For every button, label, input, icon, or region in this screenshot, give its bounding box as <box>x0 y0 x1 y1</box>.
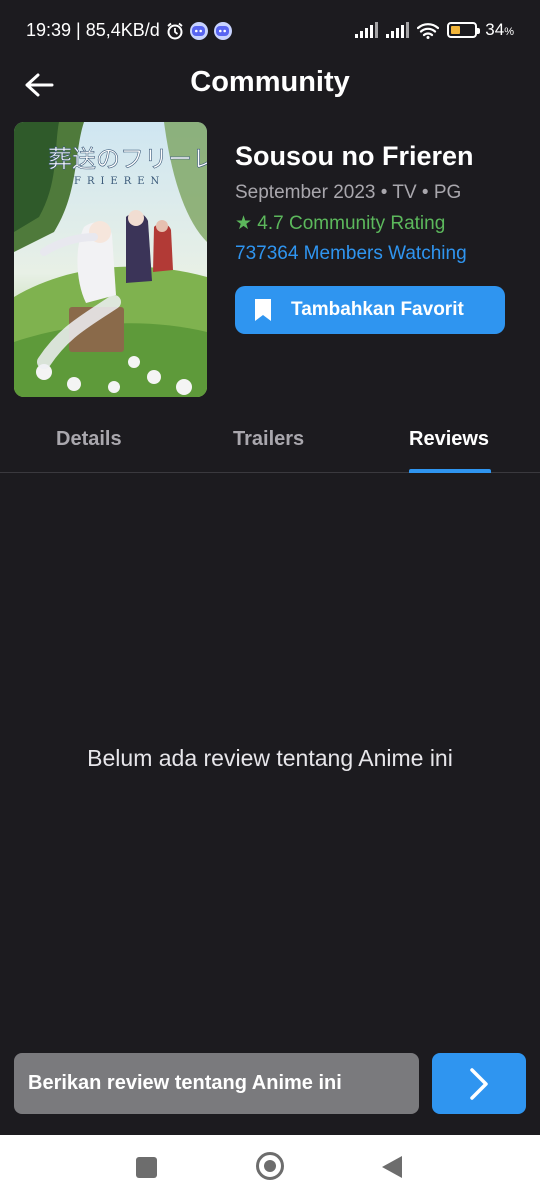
system-back-button[interactable] <box>382 1156 402 1178</box>
anime-poster: 葬送のフリーレン FRIEREN <box>14 122 207 397</box>
status-right: 34% <box>355 20 514 40</box>
tab-reviews[interactable]: Reviews <box>409 428 489 451</box>
wifi-icon <box>417 22 440 39</box>
recents-button[interactable] <box>136 1157 157 1178</box>
empty-reviews-message: Belum ada review tentang Anime ini <box>87 745 453 771</box>
alarm-icon <box>167 22 183 39</box>
home-button[interactable] <box>256 1152 284 1180</box>
discord-icon <box>213 21 232 40</box>
review-input[interactable]: Berikan review tentang Anime ini <box>14 1053 419 1114</box>
poster-subtitle: FRIEREN <box>74 176 165 187</box>
app-bar: Community <box>0 62 540 108</box>
anime-meta: September 2023 • TV • PG <box>235 182 462 203</box>
review-input-placeholder: Berikan review tentang Anime ini <box>28 1072 342 1094</box>
add-favorite-label: Tambahkan Favorit <box>291 299 464 320</box>
tab-details[interactable]: Details <box>56 428 122 451</box>
anime-info: Sousou no Frieren September 2023 • TV • … <box>235 140 525 265</box>
send-review-button[interactable] <box>432 1053 526 1114</box>
add-favorite-button[interactable]: Tambahkan Favorit <box>235 286 505 334</box>
status-bar: 19:39 | 85,4KB/d 34% <box>0 0 540 62</box>
status-left: 19:39 | 85,4KB/d <box>26 20 232 41</box>
anime-title: Sousou no Frieren <box>235 141 474 171</box>
tab-bar: Details Trailers Reviews <box>0 410 540 473</box>
poster-artwork: 葬送のフリーレン FRIEREN <box>14 122 207 397</box>
active-tab-indicator <box>409 469 491 473</box>
community-rating: ★ 4.7 Community Rating <box>235 213 446 234</box>
page-title: Community <box>190 66 350 98</box>
bookmark-icon <box>255 299 271 321</box>
poster-title: 葬送のフリーレン <box>48 145 207 173</box>
battery-icon <box>447 22 481 38</box>
chevron-right-icon <box>470 1067 488 1100</box>
members-watching: 737364 Members Watching <box>235 243 467 264</box>
status-time: 19:39 | 85,4KB/d <box>26 20 160 40</box>
back-button[interactable] <box>24 72 54 98</box>
discord-icon <box>189 21 208 40</box>
tab-trailers[interactable]: Trailers <box>233 428 304 451</box>
signal-icon <box>355 22 379 38</box>
battery-level: 34% <box>485 20 514 39</box>
signal-icon <box>386 22 410 38</box>
system-nav-bar <box>0 1135 540 1200</box>
